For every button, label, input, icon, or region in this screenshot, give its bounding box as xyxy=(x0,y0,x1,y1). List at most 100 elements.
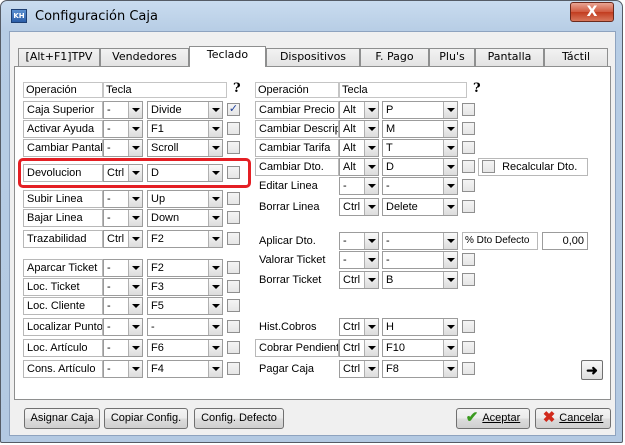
chevron-down-icon[interactable] xyxy=(128,191,142,207)
modifier-select[interactable]: Alt xyxy=(339,158,379,176)
chevron-down-icon[interactable] xyxy=(128,121,142,137)
chevron-down-icon[interactable] xyxy=(128,340,142,356)
key-select[interactable]: M xyxy=(382,120,458,138)
chevron-down-icon[interactable] xyxy=(364,340,378,356)
row-checkbox[interactable] xyxy=(227,192,240,205)
key-select[interactable]: F2 xyxy=(147,259,223,277)
key-select[interactable]: T xyxy=(382,139,458,157)
cancel-button[interactable]: ✖ Cancelar xyxy=(535,408,611,429)
modifier-select[interactable]: - xyxy=(103,139,143,157)
chevron-down-icon[interactable] xyxy=(443,361,457,377)
recalcular-dto-option[interactable]: Recalcular Dto. xyxy=(478,158,588,176)
row-checkbox[interactable] xyxy=(462,200,475,213)
chevron-down-icon[interactable] xyxy=(364,121,378,137)
title-bar[interactable]: KH Configuración Caja X xyxy=(1,1,622,31)
chevron-down-icon[interactable] xyxy=(208,361,222,377)
modifier-select[interactable]: Ctrl xyxy=(339,339,379,357)
chevron-down-icon[interactable] xyxy=(364,252,378,268)
row-checkbox[interactable] xyxy=(227,299,240,312)
chevron-down-icon[interactable] xyxy=(364,140,378,156)
tab-pantalla[interactable]: Pantalla xyxy=(475,48,544,66)
key-select[interactable]: B xyxy=(382,271,458,289)
chevron-down-icon[interactable] xyxy=(208,121,222,137)
row-checkbox[interactable] xyxy=(462,362,475,375)
chevron-down-icon[interactable] xyxy=(208,210,222,226)
chevron-down-icon[interactable] xyxy=(208,279,222,295)
modifier-select[interactable]: - xyxy=(103,259,143,277)
chevron-down-icon[interactable] xyxy=(443,121,457,137)
key-select[interactable]: F4 xyxy=(147,360,223,378)
key-select[interactable]: F1 xyxy=(147,120,223,138)
modifier-select[interactable]: - xyxy=(339,251,379,269)
chevron-down-icon[interactable] xyxy=(443,319,457,335)
chevron-down-icon[interactable] xyxy=(128,260,142,276)
row-checkbox[interactable] xyxy=(227,122,240,135)
chevron-down-icon[interactable] xyxy=(443,199,457,215)
modifier-select[interactable]: Ctrl xyxy=(339,198,379,216)
assign-caja-button[interactable]: Asignar Caja xyxy=(24,408,100,429)
modifier-select[interactable]: Ctrl xyxy=(103,230,143,248)
accept-button[interactable]: ✔ Aceptar xyxy=(456,408,530,429)
default-config-button[interactable]: Config. Defecto xyxy=(194,408,284,429)
key-select[interactable]: - xyxy=(382,177,458,195)
recalcular-dto-checkbox[interactable] xyxy=(482,159,495,173)
key-select[interactable]: D xyxy=(382,158,458,176)
chevron-down-icon[interactable] xyxy=(443,340,457,356)
tab-fpago[interactable]: F. Pago xyxy=(360,48,429,66)
chevron-down-icon[interactable] xyxy=(364,361,378,377)
row-checkbox[interactable] xyxy=(227,141,240,154)
row-checkbox[interactable] xyxy=(462,103,475,116)
chevron-down-icon[interactable] xyxy=(443,140,457,156)
chevron-down-icon[interactable] xyxy=(364,178,378,194)
chevron-down-icon[interactable] xyxy=(208,231,222,247)
tab-plus[interactable]: Plu's xyxy=(429,48,475,66)
tab-tpv[interactable]: [Alt+F1]TPV xyxy=(18,48,100,66)
dto-defecto-input[interactable]: 0,00 xyxy=(542,232,588,250)
row-checkbox[interactable] xyxy=(462,273,475,286)
row-checkbox[interactable] xyxy=(227,261,240,274)
key-select[interactable]: F8 xyxy=(382,360,458,378)
chevron-down-icon[interactable] xyxy=(208,140,222,156)
row-checkbox[interactable] xyxy=(462,341,475,354)
modifier-select[interactable]: - xyxy=(103,318,143,336)
tab-dispositivos[interactable]: Dispositivos xyxy=(266,48,360,66)
chevron-down-icon[interactable] xyxy=(208,260,222,276)
chevron-down-icon[interactable] xyxy=(443,272,457,288)
chevron-down-icon[interactable] xyxy=(128,319,142,335)
modifier-select[interactable]: - xyxy=(339,177,379,195)
key-select[interactable]: Scroll xyxy=(147,139,223,157)
modifier-select[interactable]: - xyxy=(103,101,143,119)
chevron-down-icon[interactable] xyxy=(364,159,378,175)
tab-teclado[interactable]: Teclado xyxy=(189,46,266,67)
modifier-select[interactable]: Alt xyxy=(339,101,379,119)
modifier-select[interactable]: - xyxy=(103,297,143,315)
row-checkbox[interactable] xyxy=(227,232,240,245)
chevron-down-icon[interactable] xyxy=(208,298,222,314)
row-checkbox[interactable]: ✓ xyxy=(227,103,240,116)
modifier-select[interactable]: Alt xyxy=(339,139,379,157)
tab-tactil[interactable]: Táctil xyxy=(544,48,608,66)
chevron-down-icon[interactable] xyxy=(128,231,142,247)
chevron-down-icon[interactable] xyxy=(364,233,378,249)
key-select[interactable]: P xyxy=(382,101,458,119)
key-select[interactable]: H xyxy=(382,318,458,336)
row-checkbox[interactable] xyxy=(227,280,240,293)
key-select[interactable]: F10 xyxy=(382,339,458,357)
chevron-down-icon[interactable] xyxy=(128,102,142,118)
tab-vendedores[interactable]: Vendedores xyxy=(100,48,189,66)
chevron-down-icon[interactable] xyxy=(443,159,457,175)
modifier-select[interactable]: Alt xyxy=(339,120,379,138)
row-checkbox[interactable] xyxy=(462,122,475,135)
key-select[interactable]: F6 xyxy=(147,339,223,357)
modifier-select[interactable]: - xyxy=(103,120,143,138)
modifier-select[interactable]: - xyxy=(103,190,143,208)
chevron-down-icon[interactable] xyxy=(208,340,222,356)
modifier-select[interactable]: - xyxy=(339,232,379,250)
chevron-down-icon[interactable] xyxy=(128,279,142,295)
chevron-down-icon[interactable] xyxy=(364,272,378,288)
key-select[interactable]: Delete xyxy=(382,198,458,216)
row-checkbox[interactable] xyxy=(227,362,240,375)
chevron-down-icon[interactable] xyxy=(128,298,142,314)
row-checkbox[interactable] xyxy=(462,179,475,192)
modifier-select[interactable]: Ctrl xyxy=(339,360,379,378)
